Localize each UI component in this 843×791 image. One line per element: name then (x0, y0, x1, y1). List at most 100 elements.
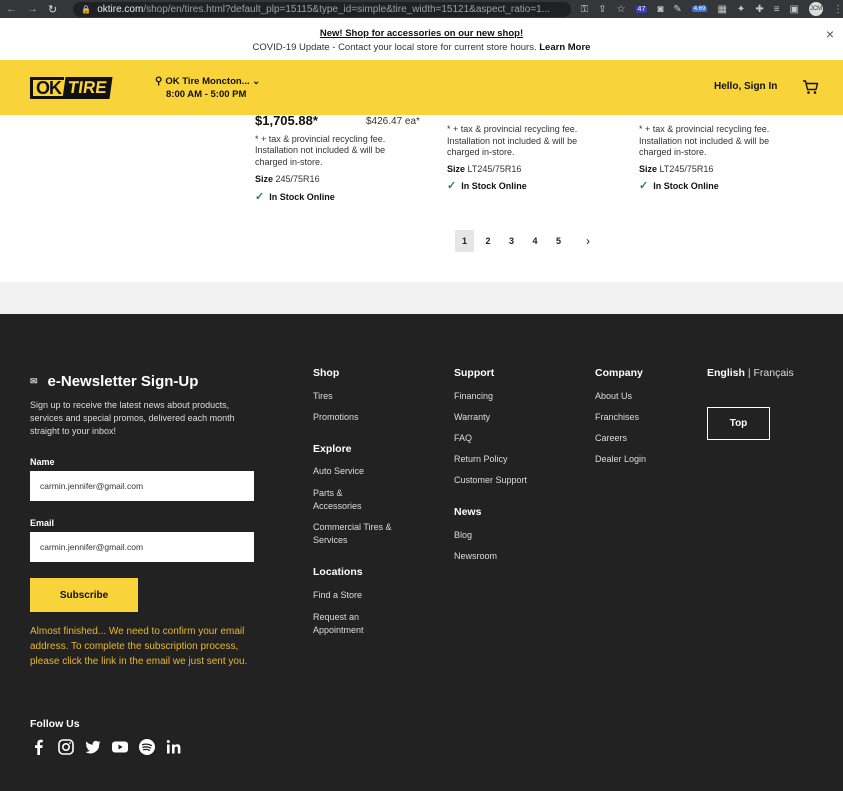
fee-note: * + tax & provincial recycling fee. Inst… (447, 124, 578, 157)
footer-link-about-us[interactable]: About Us (595, 390, 632, 403)
youtube-icon[interactable] (111, 738, 129, 756)
support-heading: Support (454, 367, 495, 379)
store-name: OK Tire Moncton... (165, 76, 250, 87)
footer-link-request-appointment[interactable]: Request an Appointment (313, 611, 378, 637)
explore-heading: Explore (313, 443, 352, 455)
forward-arrow-icon[interactable]: → (27, 3, 38, 16)
page-3-button[interactable]: 3 (502, 230, 521, 252)
newsletter-title: ✉ e-Newsletter Sign-Up (30, 373, 198, 390)
check-icon: ✓ (255, 190, 265, 203)
footer-link-parts-accessories[interactable]: Parts & Accessories (313, 487, 373, 513)
covid-text: COVID-19 Update - Contact your local sto… (252, 42, 537, 53)
instagram-icon[interactable] (57, 738, 75, 756)
confirm-message: Almost finished... We need to confirm yo… (30, 626, 248, 667)
back-arrow-icon[interactable]: ← (6, 3, 17, 16)
product-card[interactable]: * + tax & provincial recycling fee. Inst… (639, 124, 789, 193)
email-label: Email (30, 518, 55, 528)
footer-link-franchises[interactable]: Franchises (595, 411, 639, 424)
footer-link-find-store[interactable]: Find a Store (313, 589, 362, 602)
footer-link-blog[interactable]: Blog (454, 529, 472, 542)
menu-icon[interactable]: ⋮ (833, 4, 843, 15)
footer-link-careers[interactable]: Careers (595, 432, 627, 445)
close-icon[interactable]: × (826, 26, 834, 42)
store-hours: 8:00 AM - 5:00 PM (166, 89, 247, 100)
stock-text: In Stock Online (461, 181, 527, 191)
page-1-button[interactable]: 1 (455, 230, 474, 252)
footer-link-warranty[interactable]: Warranty (454, 411, 490, 424)
name-field[interactable] (30, 471, 254, 501)
logo-tire: TIRE (62, 77, 113, 99)
back-to-top-button[interactable]: Top (707, 407, 770, 440)
language-switcher: English | Français (707, 367, 794, 379)
size-label: Size (447, 163, 466, 174)
section-divider (0, 282, 843, 314)
store-selector[interactable]: ⚲ OK Tire Moncton... ⌄ 8:00 AM - 5:00 PM (155, 75, 260, 101)
footer-link-customer-support[interactable]: Customer Support (454, 474, 527, 487)
footer-link-commercial-tires[interactable]: Commercial Tires & Services (313, 521, 398, 547)
footer-link-newsroom[interactable]: Newsroom (454, 550, 497, 563)
fee-note: * + tax & provincial recycling fee. Inst… (255, 133, 386, 167)
twitter-icon[interactable] (84, 738, 102, 756)
location-pin-icon: ⚲ (155, 76, 163, 87)
newsletter-description: Sign up to receive the latest news about… (30, 400, 235, 436)
accessories-link[interactable]: New! Shop for accessories on our new sho… (0, 28, 843, 39)
size-label: Size (639, 163, 658, 174)
url-path: /shop/en/tires.html?default_plp=15115&ty… (143, 3, 551, 15)
key-icon[interactable]: ⚿ (581, 4, 589, 15)
ok-tire-logo[interactable]: OK TIRE (30, 75, 130, 101)
footer-link-faq[interactable]: FAQ (454, 432, 472, 445)
product-size: Size LT245/75R16 (639, 164, 789, 176)
email-field[interactable] (30, 532, 254, 562)
footer-link-return-policy[interactable]: Return Policy (454, 453, 508, 466)
cart-icon[interactable] (802, 79, 819, 95)
footer-link-promotions[interactable]: Promotions (313, 411, 359, 424)
share-icon[interactable]: ⇪ (598, 4, 606, 15)
address-bar[interactable]: 🔒 oktire.com/shop/en/tires.html?default_… (73, 1, 571, 17)
next-page-icon[interactable]: › (579, 230, 598, 252)
spotify-icon[interactable] (138, 738, 156, 756)
qr-icon[interactable]: ▦ (717, 4, 726, 15)
page-5-button[interactable]: 5 (549, 230, 568, 252)
extensions-area: ⚿ ⇪ ☆ 47 ◙ ✎ 4.69 ▦ ✦ ✚ ≡ ▣ JCM ⋮ (581, 2, 843, 16)
puzzle-icon[interactable]: ✚ (755, 4, 763, 15)
sidebar-icon[interactable]: ▣ (790, 4, 799, 15)
star-icon[interactable]: ☆ (617, 4, 626, 15)
browser-nav: ← → ↻ (0, 3, 63, 16)
reload-icon[interactable]: ↻ (48, 3, 57, 16)
logo-ok: OK (30, 77, 64, 99)
product-card[interactable]: $1,705.88* * + tax & provincial recyclin… (255, 114, 425, 203)
footer-link-tires[interactable]: Tires (313, 390, 333, 403)
lang-french[interactable]: Français (753, 367, 793, 379)
lang-english[interactable]: English (707, 367, 745, 379)
shop-heading: Shop (313, 367, 340, 379)
footer-link-financing[interactable]: Financing (454, 390, 493, 403)
site-header: OK TIRE ⚲ OK Tire Moncton... ⌄ 8:00 AM - … (0, 60, 843, 115)
extension-badge[interactable]: 47 (635, 5, 648, 13)
subscribe-button[interactable]: Subscribe (30, 578, 138, 612)
reading-list-icon[interactable]: ≡ (774, 4, 780, 15)
lock-icon: 🔒 (81, 4, 92, 14)
name-label: Name (30, 457, 55, 467)
browser-toolbar: ← → ↻ 🔒 oktire.com/shop/en/tires.html?de… (0, 0, 843, 18)
chevron-down-icon: ⌄ (252, 76, 261, 87)
camera-icon[interactable]: ◙ (657, 4, 663, 15)
extension-icon[interactable]: ✦ (737, 4, 745, 15)
feather-icon[interactable]: ✎ (673, 4, 681, 15)
product-size: Size LT245/75R16 (447, 164, 597, 176)
sign-in-link[interactable]: Hello, Sign In (714, 81, 777, 92)
stock-text: In Stock Online (653, 181, 719, 191)
footer-link-auto-service[interactable]: Auto Service (313, 465, 364, 478)
linkedin-icon[interactable] (165, 738, 183, 756)
site-footer: ✉ e-Newsletter Sign-Up Sign up to receiv… (0, 314, 843, 791)
profile-avatar[interactable]: JCM (809, 2, 823, 16)
fee-note: * + tax & provincial recycling fee. Inst… (639, 124, 770, 157)
extension-badge[interactable]: 4.69 (691, 6, 708, 12)
footer-link-dealer-login[interactable]: Dealer Login (595, 453, 646, 466)
learn-more-link[interactable]: Learn More (539, 42, 590, 53)
check-icon: ✓ (639, 180, 649, 192)
page-4-button[interactable]: 4 (526, 230, 545, 252)
facebook-icon[interactable] (30, 738, 48, 756)
product-listing: $1,705.88* * + tax & provincial recyclin… (0, 114, 843, 282)
product-card[interactable]: * + tax & provincial recycling fee. Inst… (447, 124, 597, 193)
page-2-button[interactable]: 2 (479, 230, 498, 252)
